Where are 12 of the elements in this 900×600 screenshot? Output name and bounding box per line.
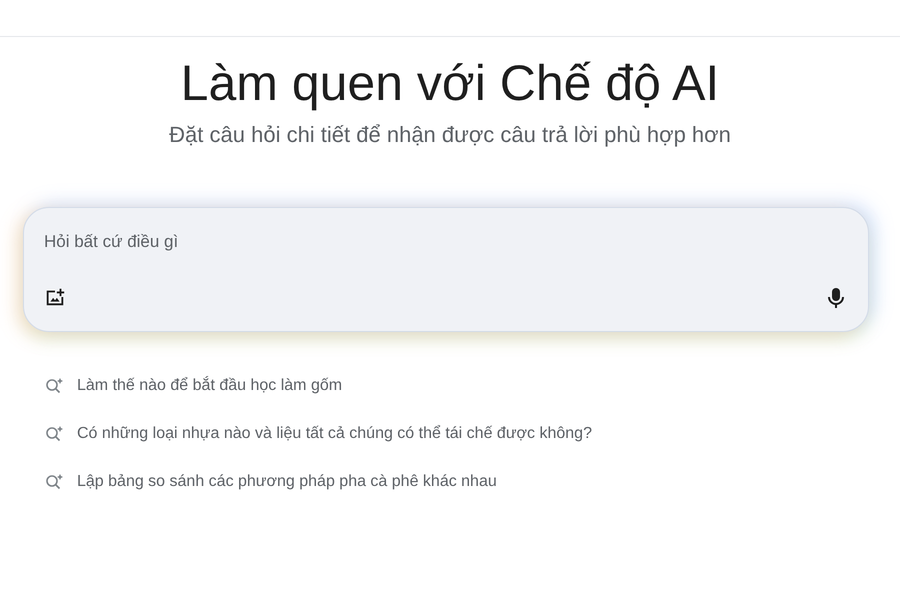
search-sparkle-icon xyxy=(45,472,65,492)
suggestion-link[interactable]: Lập bảng so sánh các phương pháp pha cà phê khác nhau xyxy=(77,470,497,494)
microphone-icon[interactable] xyxy=(826,286,846,310)
page-title: Làm quen với Chế độ AI xyxy=(180,54,720,113)
search-sparkle-icon xyxy=(45,376,65,396)
prompt-input[interactable]: Hỏi bất cứ điều gì xyxy=(44,228,744,256)
suggestion-link[interactable]: Có những loại nhựa nào và liệu tất cả chúng có thể tái chế được không? xyxy=(77,422,592,446)
search-sparkle-icon xyxy=(45,424,65,444)
page-subtitle: Đặt câu hỏi chi tiết để nhận được câu trả lời phù hợp hơn xyxy=(169,121,731,149)
add-image-icon[interactable] xyxy=(44,286,66,308)
prompt-box[interactable]: Hỏi bất cứ điều gì xyxy=(23,207,869,332)
suggestion-link[interactable]: Làm thế nào để bắt đầu học làm gốm xyxy=(77,374,342,398)
